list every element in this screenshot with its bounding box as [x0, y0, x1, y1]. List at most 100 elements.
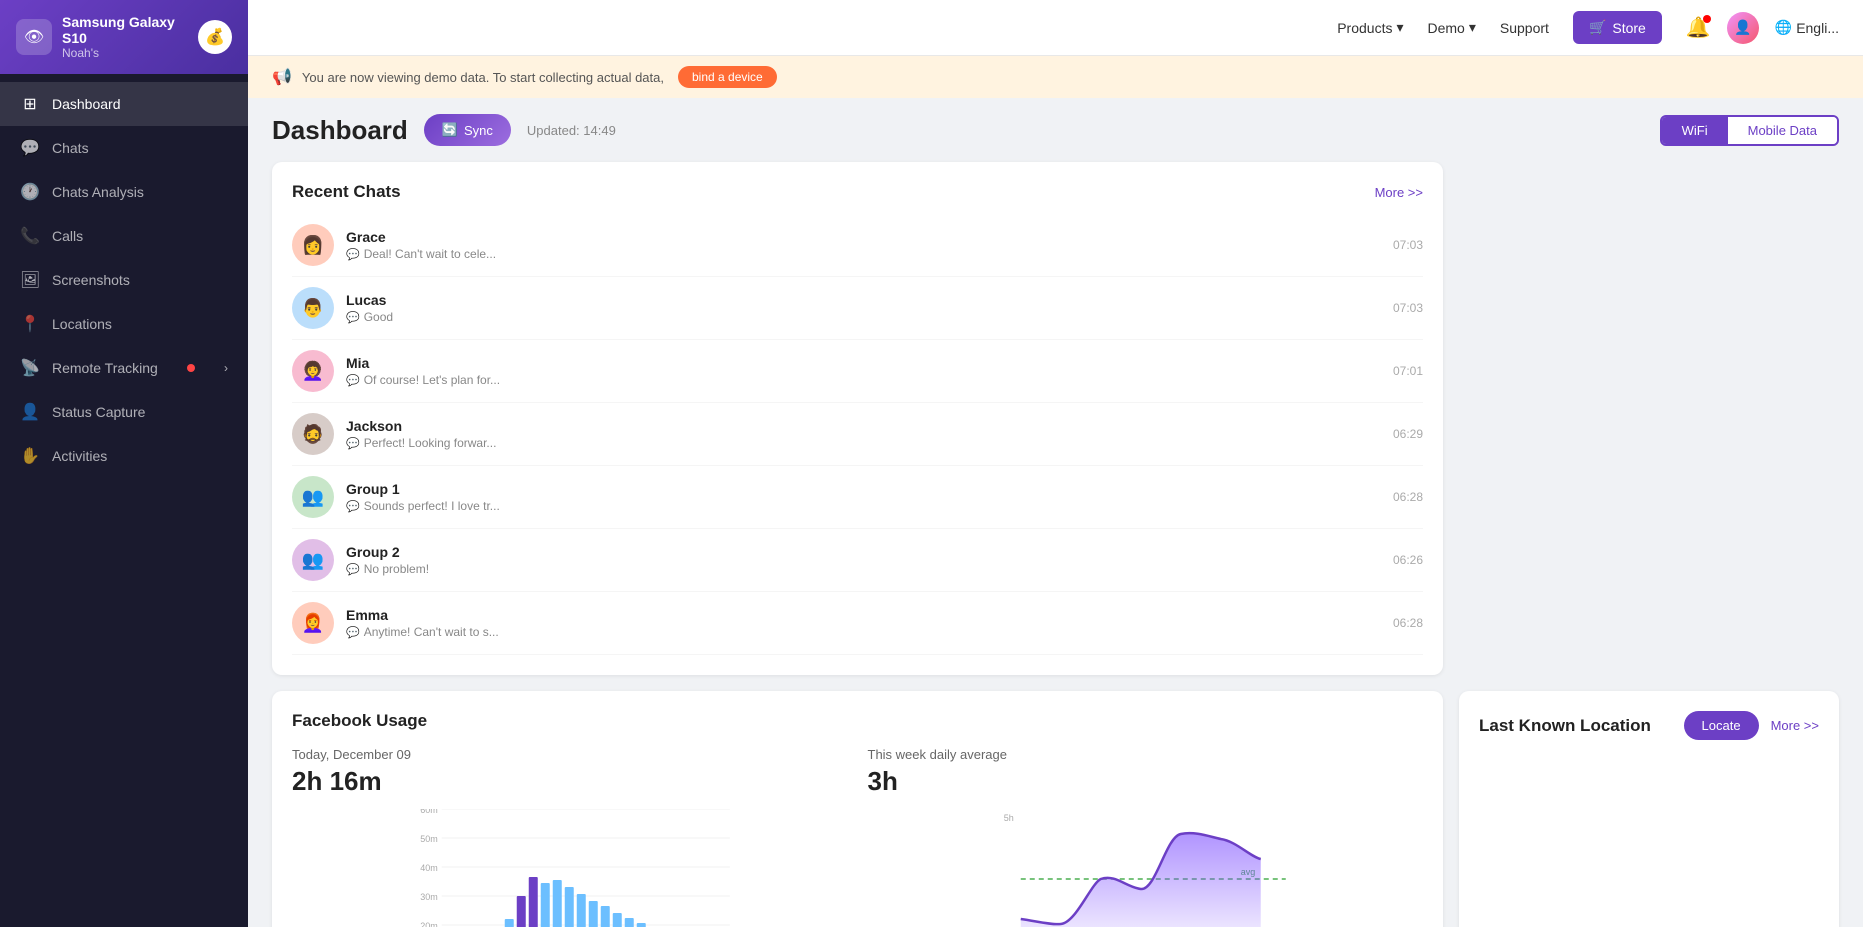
- message-icon: 💬: [346, 248, 360, 261]
- chat-preview: 💬 Perfect! Looking forwar...: [346, 436, 1381, 450]
- chat-list-item[interactable]: 👥 Group 2 💬 No problem! 06:26: [292, 529, 1423, 592]
- bind-device-button[interactable]: bind a device: [678, 66, 777, 88]
- facebook-usage-card: Facebook Usage Today, December 09 2h 16m: [272, 691, 1443, 927]
- chat-info: Grace 💬 Deal! Can't wait to cele...: [346, 229, 1381, 261]
- today-value: 2h 16m: [292, 766, 848, 797]
- chevron-down-icon: ▾: [1396, 19, 1403, 36]
- last-known-location-card: Last Known Location Locate More >>: [1459, 691, 1839, 927]
- chat-avatar: 👥: [292, 476, 334, 518]
- chat-time: 07:03: [1393, 301, 1423, 315]
- location-more[interactable]: More >>: [1771, 718, 1819, 733]
- chevron-right-icon: ›: [224, 361, 228, 375]
- recent-chats-card: Recent Chats More >> 👩 Grace 💬 Deal! Can…: [272, 162, 1443, 675]
- sidebar-item-status-capture[interactable]: 👤 Status Capture: [0, 390, 248, 434]
- message-icon: 💬: [346, 500, 360, 513]
- chat-list-item[interactable]: 👨 Lucas 💬 Good 07:03: [292, 277, 1423, 340]
- chat-preview: 💬 Sounds perfect! I love tr...: [346, 499, 1381, 513]
- banner-text: You are now viewing demo data. To start …: [302, 70, 664, 85]
- sidebar-item-locations[interactable]: 📍 Locations: [0, 302, 248, 346]
- chat-name: Group 1: [346, 481, 1381, 497]
- sidebar: 👁 Samsung Galaxy S10 Noah's 💰 ⊞ Dashboar…: [0, 0, 248, 927]
- chat-list-item[interactable]: 👩‍🦱 Mia 💬 Of course! Let's plan for... 0…: [292, 340, 1423, 403]
- remote-tracking-badge: [187, 364, 195, 372]
- message-icon: 💬: [346, 626, 360, 639]
- chat-avatar: 👩‍🦰: [292, 602, 334, 644]
- chat-avatar: 👨: [292, 287, 334, 329]
- chat-name: Lucas: [346, 292, 1381, 308]
- svg-text:20m: 20m: [420, 921, 438, 927]
- dashboard-header: Dashboard 🔄 Sync Updated: 14:49 WiFi Mob…: [272, 114, 1839, 146]
- chat-time: 07:03: [1393, 238, 1423, 252]
- wifi-button[interactable]: WiFi: [1662, 117, 1728, 144]
- chat-preview: 💬 Anytime! Can't wait to s...: [346, 625, 1381, 639]
- sidebar-nav: ⊞ Dashboard 💬 Chats 🕐 Chats Analysis 📞 C…: [0, 74, 248, 927]
- chat-list-item[interactable]: 👥 Group 1 💬 Sounds perfect! I love tr...…: [292, 466, 1423, 529]
- weekly-stats: This week daily average 3h 5h 0h avg: [868, 747, 1424, 927]
- bar-chart: 60m 50m 40m 30m 20m 10m 0m: [292, 809, 848, 927]
- chat-info: Lucas 💬 Good: [346, 292, 1381, 324]
- chat-time: 06:28: [1393, 616, 1423, 630]
- sidebar-item-chats-analysis[interactable]: 🕐 Chats Analysis: [0, 170, 248, 214]
- chat-avatar: 👩‍🦱: [292, 350, 334, 392]
- weekly-value: 3h: [868, 766, 1424, 797]
- chat-name: Emma: [346, 607, 1381, 623]
- coin-button[interactable]: 💰: [198, 20, 232, 54]
- mobile-data-button[interactable]: Mobile Data: [1728, 117, 1837, 144]
- page-title: Dashboard: [272, 115, 408, 146]
- chat-name: Mia: [346, 355, 1381, 371]
- dashboard-area: Dashboard 🔄 Sync Updated: 14:49 WiFi Mob…: [248, 98, 1863, 927]
- area-chart: 5h 0h avg: [868, 809, 1424, 927]
- cart-icon: 🛒: [1589, 19, 1606, 36]
- recent-chats-more[interactable]: More >>: [1375, 185, 1423, 200]
- sidebar-item-screenshots[interactable]: 🖼 Screenshots: [0, 258, 248, 302]
- sidebar-header: 👁 Samsung Galaxy S10 Noah's 💰: [0, 0, 248, 74]
- message-icon: 💬: [346, 563, 360, 576]
- calls-icon: 📞: [20, 226, 40, 246]
- chat-list-item[interactable]: 🧔 Jackson 💬 Perfect! Looking forwar... 0…: [292, 403, 1423, 466]
- today-label: Today, December 09: [292, 747, 848, 762]
- sidebar-item-dashboard[interactable]: ⊞ Dashboard: [0, 82, 248, 126]
- chat-list: 👩 Grace 💬 Deal! Can't wait to cele... 07…: [292, 214, 1423, 655]
- locate-button[interactable]: Locate: [1684, 711, 1759, 740]
- sidebar-item-label: Screenshots: [52, 272, 130, 288]
- chat-preview: 💬 Deal! Can't wait to cele...: [346, 247, 1381, 261]
- sidebar-item-remote-tracking[interactable]: 📡 Remote Tracking ›: [0, 346, 248, 390]
- products-menu[interactable]: Products ▾: [1337, 19, 1403, 36]
- status-capture-icon: 👤: [20, 402, 40, 422]
- notification-badge: [1703, 15, 1711, 23]
- area-chart-container: 5h 0h avg: [868, 809, 1424, 927]
- sidebar-item-activities[interactable]: ✋ Activities: [0, 434, 248, 478]
- remote-tracking-icon: 📡: [20, 358, 40, 378]
- sidebar-username: Noah's: [62, 46, 188, 60]
- demo-menu[interactable]: Demo ▾: [1428, 19, 1476, 36]
- facebook-stats-row: Today, December 09 2h 16m: [292, 747, 1423, 927]
- chat-name: Group 2: [346, 544, 1381, 560]
- language-selector[interactable]: 🌐 Engli...: [1775, 19, 1839, 36]
- store-button[interactable]: 🛒 Store: [1573, 11, 1662, 44]
- sidebar-item-label: Status Capture: [52, 404, 145, 420]
- chat-name: Grace: [346, 229, 1381, 245]
- area-fill: [1020, 833, 1260, 927]
- today-stats: Today, December 09 2h 16m: [292, 747, 848, 927]
- support-link[interactable]: Support: [1500, 20, 1549, 36]
- message-icon: 💬: [346, 437, 360, 450]
- sync-button[interactable]: 🔄 Sync: [424, 114, 511, 146]
- chat-info: Jackson 💬 Perfect! Looking forwar...: [346, 418, 1381, 450]
- bar-chart-container: 60m 50m 40m 30m 20m 10m 0m: [292, 809, 848, 927]
- chat-time: 06:29: [1393, 427, 1423, 441]
- chat-list-item[interactable]: 👩 Grace 💬 Deal! Can't wait to cele... 07…: [292, 214, 1423, 277]
- svg-text:5h: 5h: [1003, 813, 1013, 823]
- chevron-down-icon: ▾: [1469, 19, 1476, 36]
- sidebar-item-chats[interactable]: 💬 Chats: [0, 126, 248, 170]
- chat-time: 06:28: [1393, 490, 1423, 504]
- main-content: Products ▾ Demo ▾ Support 🛒 Store 🔔 👤 🌐 …: [248, 0, 1863, 927]
- chat-list-item[interactable]: 👩‍🦰 Emma 💬 Anytime! Can't wait to s... 0…: [292, 592, 1423, 655]
- sidebar-item-label: Remote Tracking: [52, 360, 158, 376]
- sidebar-item-calls[interactable]: 📞 Calls: [0, 214, 248, 258]
- connection-toggle: WiFi Mobile Data: [1660, 115, 1839, 146]
- message-icon: 💬: [346, 374, 360, 387]
- avatar[interactable]: 👤: [1727, 12, 1759, 44]
- chat-info: Group 1 💬 Sounds perfect! I love tr...: [346, 481, 1381, 513]
- notification-icon[interactable]: 🔔: [1686, 15, 1711, 40]
- top-navigation: Products ▾ Demo ▾ Support 🛒 Store 🔔 👤 🌐 …: [248, 0, 1863, 56]
